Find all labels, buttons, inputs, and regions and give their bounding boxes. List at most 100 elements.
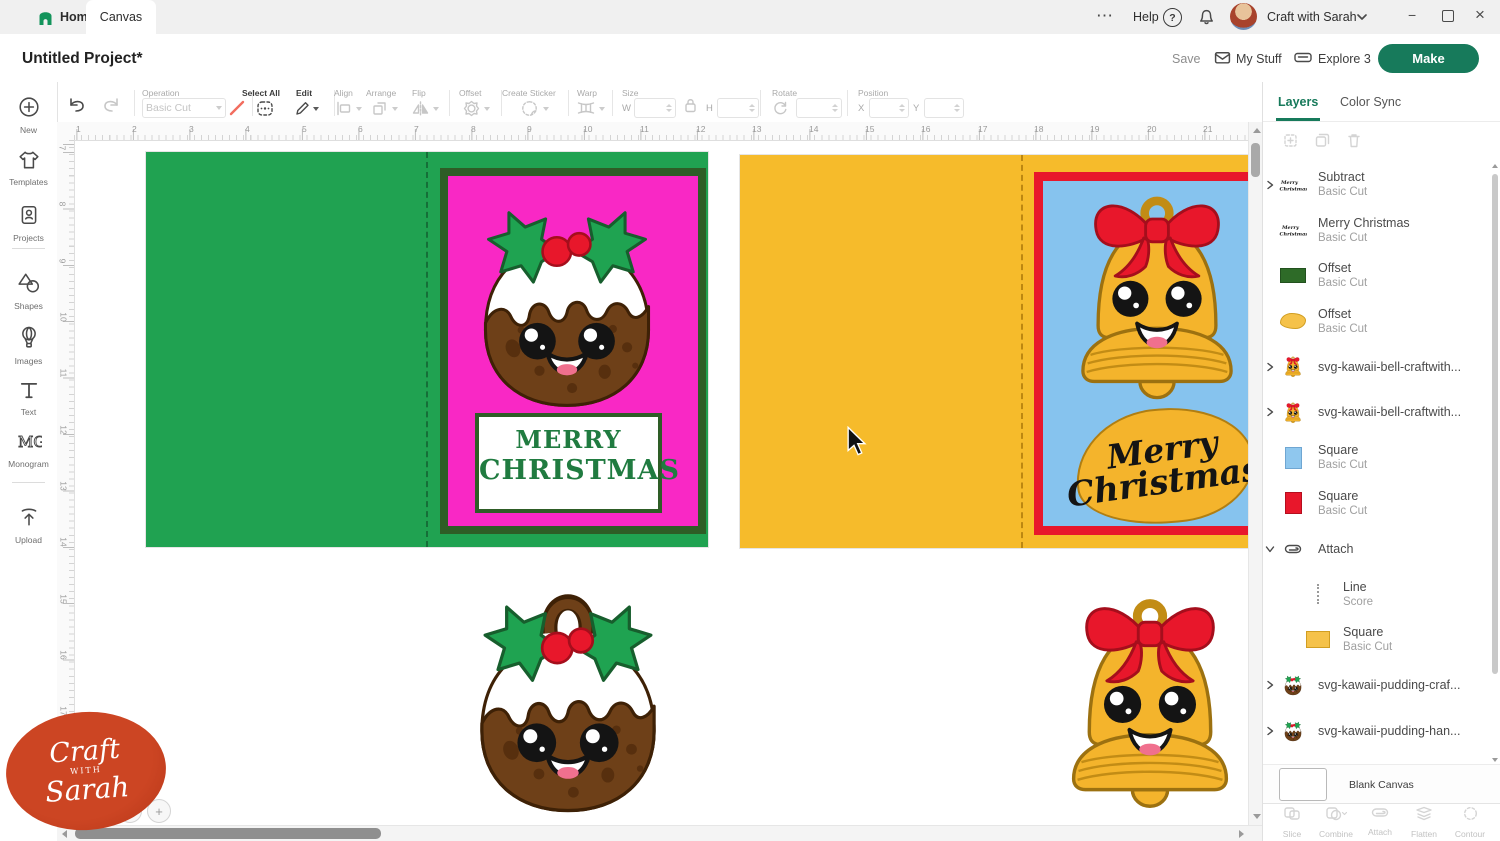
zoom-in-glyph: +	[155, 804, 163, 819]
group-layers-icon[interactable]	[1282, 132, 1299, 149]
bell-card[interactable]: Merry Christmas	[740, 155, 1248, 548]
layer-row-square-magenta[interactable]: Square	[1262, 750, 1494, 764]
machine-select-button[interactable]: Explore 3	[1318, 52, 1371, 66]
logo-line1: Craft	[49, 736, 121, 768]
operation-select[interactable]: Basic Cut	[142, 98, 226, 118]
flip-label: Flip	[412, 88, 426, 98]
account-chevron-down-icon[interactable]	[1356, 12, 1368, 22]
make-button[interactable]: Make	[1378, 44, 1479, 73]
layer-row-line-score[interactable]: LineScore	[1262, 572, 1494, 618]
pudding-card-panel[interactable]: MERRY CHRISTMAS	[440, 168, 706, 534]
home-tab[interactable]: Home	[28, 0, 95, 34]
redo-icon[interactable]	[100, 97, 120, 113]
close-button[interactable]: ×	[1475, 5, 1485, 25]
edit-pencil-icon[interactable]	[294, 100, 310, 117]
layer-row-offset-yellow[interactable]: OffsetBasic Cut	[1262, 299, 1494, 345]
svg-text:Merry: Merry	[1281, 225, 1300, 231]
create-sticker-icon[interactable]	[521, 100, 538, 117]
notifications-bell-icon[interactable]	[1198, 8, 1215, 26]
more-menu-button[interactable]: ⋯	[1096, 6, 1114, 26]
undo-icon[interactable]	[68, 97, 88, 113]
account-name[interactable]: Craft with Sarah	[1267, 10, 1357, 24]
size-lock-icon[interactable]	[684, 97, 697, 114]
layer-row-bell-1[interactable]: svg-kawaii-bell-craftwith...	[1262, 344, 1494, 390]
tab-color-sync[interactable]: Color Sync	[1340, 95, 1401, 109]
layer-row-pudding-1[interactable]: svg-kawaii-pudding-craf...	[1262, 663, 1494, 709]
sidebar-divider	[12, 248, 45, 249]
position-x-input[interactable]	[869, 98, 909, 118]
select-all-icon[interactable]	[256, 100, 274, 117]
tab-layers[interactable]: Layers	[1278, 95, 1318, 109]
layer-row-pudding-2[interactable]: svg-kawaii-pudding-han...	[1262, 708, 1494, 754]
expand-chevron-icon[interactable]	[1266, 407, 1274, 417]
size-h-input[interactable]	[717, 98, 759, 118]
layers-scrollbar[interactable]	[1491, 162, 1499, 764]
bell-ornament-cutout[interactable]	[1050, 583, 1250, 818]
canvas-horizontal-scrollbar[interactable]	[57, 825, 1262, 841]
operation-color-swatch[interactable]	[228, 98, 246, 118]
layer-row-merry-christmas[interactable]: MerryChristmas Merry ChristmasBasic Cut	[1262, 208, 1494, 254]
edit-caret[interactable]	[313, 107, 319, 111]
layer-row-bell-2[interactable]: svg-kawaii-bell-craftwith...	[1262, 390, 1494, 436]
sidebar-item-shapes[interactable]: Shapes	[0, 272, 57, 311]
layers-scroll-thumb[interactable]	[1492, 174, 1498, 674]
bell-card-fold-line	[1021, 155, 1023, 548]
pudding-character[interactable]	[460, 192, 674, 417]
sidebar-item-projects[interactable]: Projects	[0, 204, 57, 243]
sidebar-item-templates[interactable]: Templates	[0, 150, 57, 187]
expand-chevron-icon[interactable]	[1266, 362, 1274, 372]
combine-button[interactable]: Combine	[1314, 806, 1358, 839]
bell-character[interactable]	[1062, 180, 1248, 410]
sidebar-item-upload[interactable]: Upload	[0, 506, 57, 545]
expand-chevron-icon[interactable]	[1266, 180, 1274, 190]
v-scroll-thumb[interactable]	[1251, 143, 1260, 177]
collapse-chevron-icon[interactable]	[1265, 545, 1275, 553]
offset-icon[interactable]	[463, 100, 480, 117]
my-stuff-button[interactable]: My Stuff	[1236, 52, 1282, 66]
layer-row-square-yellow[interactable]: SquareBasic Cut	[1262, 617, 1494, 663]
pudding-card[interactable]: MERRY CHRISTMAS	[146, 152, 708, 547]
canvas-tab-label: Canvas	[100, 10, 142, 24]
slice-button[interactable]: Slice	[1270, 806, 1314, 839]
canvas-tab[interactable]: Canvas	[86, 0, 156, 34]
ruler-tick-label: 1	[76, 124, 81, 134]
blank-canvas-row[interactable]: Blank Canvas	[1263, 764, 1500, 804]
expand-chevron-icon[interactable]	[1266, 726, 1274, 736]
maximize-button[interactable]	[1442, 10, 1454, 22]
layer-row-square-blue[interactable]: SquareBasic Cut	[1262, 435, 1494, 481]
sidebar-item-monogram[interactable]: MG Monogram	[0, 430, 57, 469]
rotate-icon[interactable]	[772, 100, 789, 116]
flatten-icon	[1415, 806, 1433, 821]
rotate-input[interactable]	[796, 98, 842, 118]
duplicate-layer-icon[interactable]	[1314, 132, 1331, 149]
sidebar-item-new[interactable]: New	[0, 96, 57, 135]
flatten-button[interactable]: Flatten	[1402, 806, 1446, 839]
layer-row-offset-green[interactable]: OffsetBasic Cut	[1262, 253, 1494, 299]
help-label[interactable]: Help	[1133, 10, 1159, 24]
save-button[interactable]: Save	[1172, 52, 1201, 66]
layer-row-square-red[interactable]: SquareBasic Cut	[1262, 481, 1494, 527]
align-icon[interactable]	[336, 101, 352, 116]
attach-button[interactable]: Attach	[1358, 806, 1402, 837]
delete-layer-icon[interactable]	[1346, 132, 1362, 149]
arrange-icon[interactable]	[372, 101, 388, 116]
layer-row-subtract[interactable]: MerryChristmas SubtractBasic Cut	[1262, 162, 1494, 208]
merry-christmas-box[interactable]: MERRY CHRISTMAS	[475, 413, 662, 513]
position-y-input[interactable]	[924, 98, 964, 118]
size-h-label: H	[706, 103, 713, 114]
layer-row-attach-group[interactable]: Attach	[1262, 526, 1494, 572]
sidebar-item-text[interactable]: Text	[0, 380, 57, 417]
bell-card-panel[interactable]: Merry Christmas	[1034, 172, 1248, 535]
pudding-ornament-cutout[interactable]	[455, 585, 681, 823]
avatar[interactable]	[1230, 3, 1257, 30]
canvas-vertical-scrollbar[interactable]	[1248, 122, 1263, 825]
help-icon[interactable]: ?	[1163, 8, 1182, 27]
contour-button[interactable]: Contour	[1448, 806, 1492, 839]
flip-icon[interactable]	[412, 101, 429, 116]
minimize-button[interactable]: −	[1408, 7, 1416, 23]
h-scroll-thumb[interactable]	[75, 828, 381, 839]
sidebar-item-images[interactable]: Images	[0, 326, 57, 366]
expand-chevron-icon[interactable]	[1266, 680, 1274, 690]
size-w-input[interactable]	[634, 98, 676, 118]
warp-icon[interactable]	[577, 101, 595, 115]
